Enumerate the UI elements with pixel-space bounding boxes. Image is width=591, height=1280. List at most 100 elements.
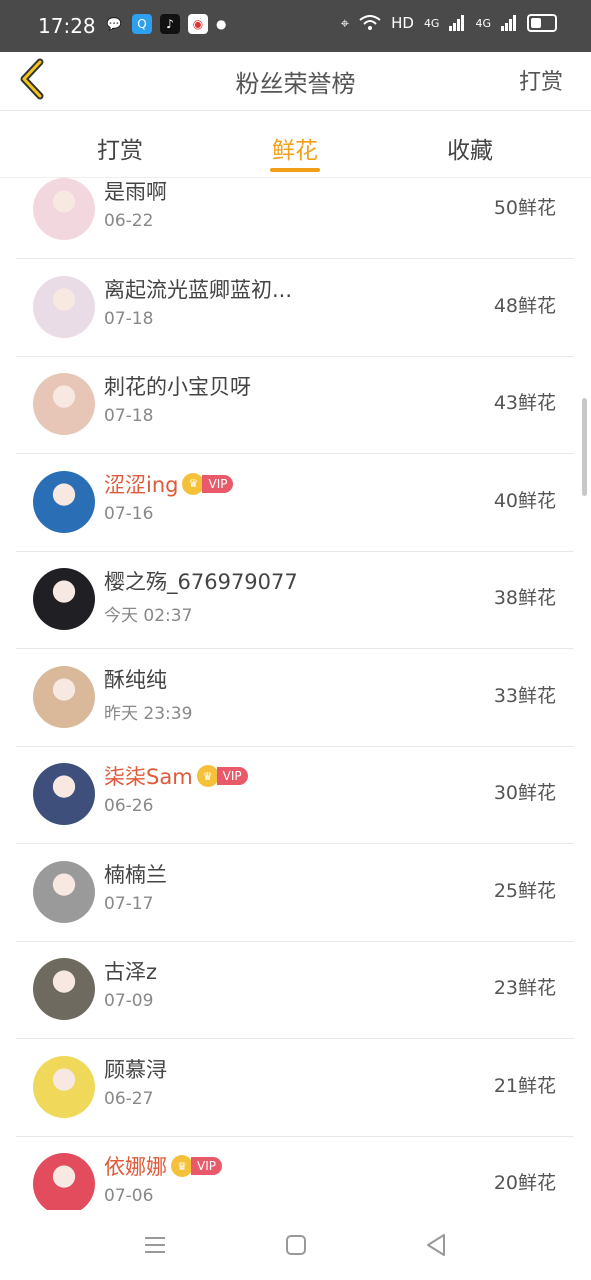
avatar[interactable] (33, 763, 95, 825)
gift-date: 07-09 (104, 991, 154, 1011)
username-text: 刺花的小宝贝呀 (104, 375, 251, 399)
username: 古泽z (104, 956, 157, 986)
list-item[interactable]: 是雨啊 06-22 50鲜花 (16, 178, 574, 259)
list-item[interactable]: 酥纯纯昨天 23:39 33鲜花 (16, 649, 574, 747)
qq-icon: Q (132, 14, 152, 34)
username-text: 是雨啊 (104, 180, 167, 204)
avatar[interactable] (33, 373, 95, 435)
list-item[interactable]: 刺花的小宝贝呀 07-18 43鲜花 (16, 356, 574, 454)
tab-flowers[interactable]: 鲜花 (272, 131, 318, 165)
location-icon: ⌖ (340, 14, 350, 32)
status-time: 17:28 (38, 14, 96, 38)
notification-dot-icon: ● (216, 17, 227, 31)
header-bar: 粉丝荣誉榜 打赏 (0, 52, 591, 111)
username: 顾慕浔 (104, 1054, 167, 1084)
scrollbar[interactable] (582, 398, 587, 496)
signal-bars-icon-2 (501, 15, 516, 31)
tab-bar: 打赏 鲜花 收藏 (0, 111, 591, 178)
hd-label: HD (391, 14, 414, 32)
username-text: 酥纯纯 (104, 667, 167, 692)
avatar[interactable] (33, 860, 95, 923)
username: 离起流光蓝卿蓝初... (104, 274, 292, 304)
avatar[interactable] (33, 665, 95, 728)
tip-action-button[interactable]: 打赏 (519, 64, 563, 96)
username-text: 柒柒Sam (104, 765, 193, 789)
gift-date: 今天 02:37 (104, 606, 193, 626)
status-right: ⌖ HD 4G 4G (341, 14, 557, 32)
username: 酥纯纯 (104, 664, 167, 694)
flower-count: 23鲜花 (493, 977, 556, 999)
flower-count: 38鲜花 (493, 587, 556, 609)
home-icon[interactable] (283, 1232, 309, 1258)
list-item[interactable]: 樱之殇_676979077 今天 02:37 38鲜花 (16, 551, 574, 649)
flower-count: 20鲜花 (493, 1172, 556, 1194)
status-bar: 17:28 💬 Q ♪ ◉ ● ⌖ HD 4G 4G (0, 0, 591, 52)
gift-date: 06-27 (104, 1088, 154, 1109)
page-title: 粉丝荣誉榜 (235, 70, 356, 98)
username: 依娜娜 ♛ VIP (104, 1151, 222, 1181)
username: 涩涩ing ♛ VIP (104, 469, 234, 499)
username: 柒柒Sam ♛ VIP (104, 761, 248, 791)
flower-count: 21鲜花 (493, 1074, 556, 1097)
username-text: 依娜娜 (104, 1155, 167, 1179)
flower-count: 48鲜花 (493, 294, 556, 317)
avatar[interactable] (33, 275, 95, 338)
list-item[interactable]: 楠楠兰 07-17 25鲜花 (16, 844, 574, 942)
username: 楠楠兰 (104, 859, 167, 889)
status-app-icons: 💬 Q ♪ ◉ ● (104, 14, 226, 34)
avatar[interactable] (33, 1055, 95, 1118)
flower-count: 50鲜花 (493, 197, 556, 219)
vip-badge: VIP (191, 1157, 222, 1175)
list-item[interactable]: 顾慕浔 06-27 21鲜花 (16, 1039, 574, 1137)
gift-date: 07-16 (104, 503, 154, 524)
flower-count: 33鲜花 (493, 684, 556, 707)
gift-date: 07-18 (104, 406, 154, 426)
avatar[interactable] (33, 1153, 95, 1210)
crown-icon: ♛ (196, 765, 219, 787)
list-item[interactable]: 依娜娜 ♛ VIP 07-06 20鲜花 (16, 1136, 574, 1210)
gift-date: 07-17 (104, 893, 154, 914)
flower-count: 43鲜花 (493, 392, 556, 414)
tab-active-indicator (270, 168, 320, 172)
avatar[interactable] (33, 470, 95, 533)
wechat-icon: 💬 (106, 17, 122, 31)
gift-date: 06-26 (104, 796, 154, 816)
list-item[interactable]: 涩涩ing ♛ VIP 07-16 40鲜花 (16, 454, 574, 552)
menu-icon[interactable] (142, 1232, 168, 1258)
username: 樱之殇_676979077 (104, 566, 298, 596)
gift-date: 07-06 (104, 1186, 154, 1206)
list-item[interactable]: 离起流光蓝卿蓝初... 07-18 48鲜花 (16, 259, 574, 357)
flower-count: 30鲜花 (493, 782, 556, 804)
vip-badge: VIP (216, 767, 248, 785)
gift-date: 07-18 (104, 308, 154, 329)
signal-4g-icon-2: 4G (475, 16, 491, 30)
username-text: 楠楠兰 (104, 862, 167, 887)
vip-badge: VIP (202, 474, 234, 493)
avatar[interactable] (33, 568, 95, 630)
avatar[interactable] (33, 958, 95, 1020)
flower-count: 25鲜花 (493, 879, 556, 902)
back-nav-icon[interactable] (423, 1232, 449, 1258)
username-text: 涩涩ing (104, 472, 179, 497)
username-text: 古泽z (104, 960, 158, 984)
system-nav-bar (0, 1210, 591, 1280)
signal-4g-icon: 4G (423, 16, 440, 30)
username-text: 樱之殇_676979077 (104, 570, 298, 594)
battery-icon (527, 14, 557, 32)
tab-tip[interactable]: 打赏 (97, 131, 143, 165)
ranking-list[interactable]: 是雨啊 06-22 50鲜花离起流光蓝卿蓝初... 07-18 48鲜花刺花的小宝贝呀 0… (0, 178, 591, 1210)
avatar[interactable] (33, 178, 95, 240)
netease-icon: ◉ (188, 14, 208, 34)
username-text: 离起流光蓝卿蓝初... (104, 277, 293, 302)
flower-count: 40鲜花 (493, 489, 556, 512)
list-item[interactable]: 古泽z 07-09 23鲜花 (16, 941, 574, 1039)
list-item[interactable]: 柒柒Sam ♛ VIP 06-26 30鲜花 (16, 746, 574, 844)
tab-favorites[interactable]: 收藏 (447, 131, 493, 165)
wifi-icon (359, 15, 381, 30)
username-text: 顾慕浔 (104, 1057, 167, 1082)
crown-icon: ♛ (171, 1155, 193, 1177)
gift-date: 06-22 (104, 211, 154, 231)
tiktok-icon: ♪ (160, 14, 180, 34)
gift-date: 昨天 23:39 (104, 703, 193, 724)
signal-bars-icon (449, 15, 465, 31)
